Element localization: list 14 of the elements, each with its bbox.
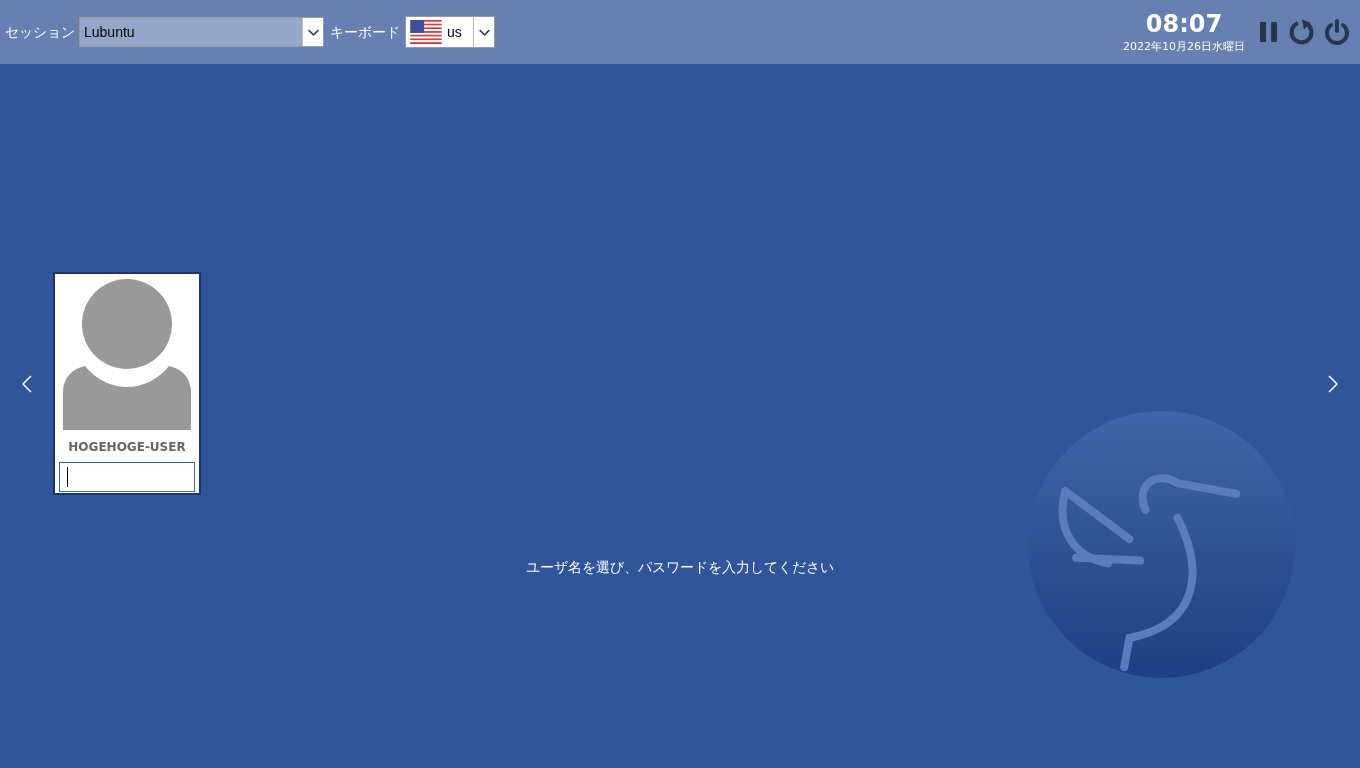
caret-icon — [306, 27, 320, 37]
session-dropdown[interactable]: Lubuntu — [79, 17, 324, 47]
text-cursor — [67, 467, 68, 487]
user-card[interactable]: HOGEHOGE-USER — [53, 272, 201, 495]
flag-icon — [409, 20, 443, 44]
keyboard-label: キーボード — [330, 22, 400, 42]
caret-icon — [477, 27, 491, 37]
keyboard-dropdown[interactable]: us — [405, 16, 495, 48]
user-name: HOGEHOGE-USER — [68, 439, 186, 456]
login-hint: ユーザ名を選び、パスワードを入力してください — [526, 558, 834, 577]
clock-time: 08:07 — [1145, 9, 1223, 39]
password-field[interactable] — [59, 462, 195, 492]
clock-date: 2022年10月26日水曜日 — [1123, 39, 1245, 55]
session-label: セッション — [5, 22, 75, 42]
